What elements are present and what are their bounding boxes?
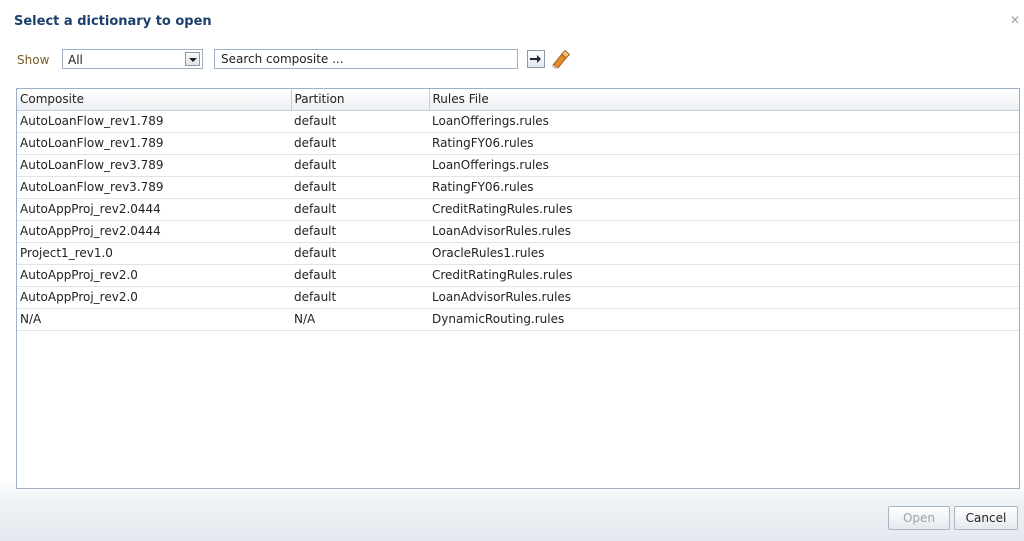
close-icon[interactable]: ✕ [1009,14,1021,26]
search-composite-input[interactable] [214,49,518,69]
cell-composite: AutoLoanFlow_rev3.789 [17,154,291,177]
cell-rules-file: RatingFY06.rules [429,132,1019,155]
show-select[interactable]: All [62,49,203,69]
cell-partition: default [291,220,429,243]
cell-partition: default [291,198,429,221]
cell-partition: default [291,176,429,199]
select-dictionary-dialog: Select a dictionary to open ✕ Show All S… [0,0,1024,541]
cell-composite: AutoAppProj_rev2.0 [17,286,291,309]
chevron-down-icon[interactable] [185,52,200,66]
cell-composite: N/A [17,308,291,331]
cell-partition: N/A [291,308,429,331]
cell-rules-file: CreditRatingRules.rules [429,198,1019,221]
table-row[interactable]: AutoAppProj_rev2.0 default LoanAdvisorRu… [17,286,1019,309]
cell-partition: default [291,154,429,177]
cell-rules-file: OracleRules1.rules [429,242,1019,265]
cell-partition: default [291,110,429,133]
arrow-right-icon[interactable] [527,50,545,68]
cell-rules-file: DynamicRouting.rules [429,308,1019,331]
cell-composite: AutoLoanFlow_rev1.789 [17,110,291,133]
cancel-button[interactable]: Cancel [954,506,1018,530]
cell-rules-file: LoanAdvisorRules.rules [429,220,1019,243]
table-row[interactable]: AutoLoanFlow_rev1.789 default RatingFY06… [17,132,1019,155]
table-row[interactable]: AutoAppProj_rev2.0 default CreditRatingR… [17,264,1019,287]
table-row[interactable]: AutoLoanFlow_rev1.789 default LoanOfferi… [17,110,1019,133]
column-header-partition[interactable]: Partition [291,89,430,111]
cell-rules-file: CreditRatingRules.rules [429,264,1019,287]
cell-rules-file: RatingFY06.rules [429,176,1019,199]
cell-composite: AutoAppProj_rev2.0444 [17,220,291,243]
cell-partition: default [291,286,429,309]
cell-rules-file: LoanOfferings.rules [429,154,1019,177]
table-row[interactable]: Project1_rev1.0 default OracleRules1.rul… [17,242,1019,265]
cell-rules-file: LoanOfferings.rules [429,110,1019,133]
open-button[interactable]: Open [888,506,950,530]
table-header-row: Composite Partition Rules File [17,89,1019,111]
table-row[interactable]: N/A N/A DynamicRouting.rules [17,308,1019,331]
dictionary-table: Composite Partition Rules File AutoLoanF… [16,88,1020,489]
cell-composite: AutoAppProj_rev2.0 [17,264,291,287]
cell-composite: AutoAppProj_rev2.0444 [17,198,291,221]
table-row[interactable]: AutoAppProj_rev2.0444 default CreditRati… [17,198,1019,221]
cell-rules-file: LoanAdvisorRules.rules [429,286,1019,309]
dialog-title: Select a dictionary to open [14,14,212,29]
table-row[interactable]: AutoLoanFlow_rev3.789 default LoanOfferi… [17,154,1019,177]
show-label: Show [17,53,50,67]
cell-partition: default [291,242,429,265]
table-row[interactable]: AutoLoanFlow_rev3.789 default RatingFY06… [17,176,1019,199]
cell-partition: default [291,264,429,287]
cell-partition: default [291,132,429,155]
column-header-composite[interactable]: Composite [17,89,292,111]
cell-composite: AutoLoanFlow_rev3.789 [17,176,291,199]
eraser-icon[interactable] [550,49,572,69]
cell-composite: AutoLoanFlow_rev1.789 [17,132,291,155]
column-header-rules-file[interactable]: Rules File [429,89,1019,111]
show-select-value: All [68,53,83,67]
cell-composite: Project1_rev1.0 [17,242,291,265]
table-row[interactable]: AutoAppProj_rev2.0444 default LoanAdviso… [17,220,1019,243]
